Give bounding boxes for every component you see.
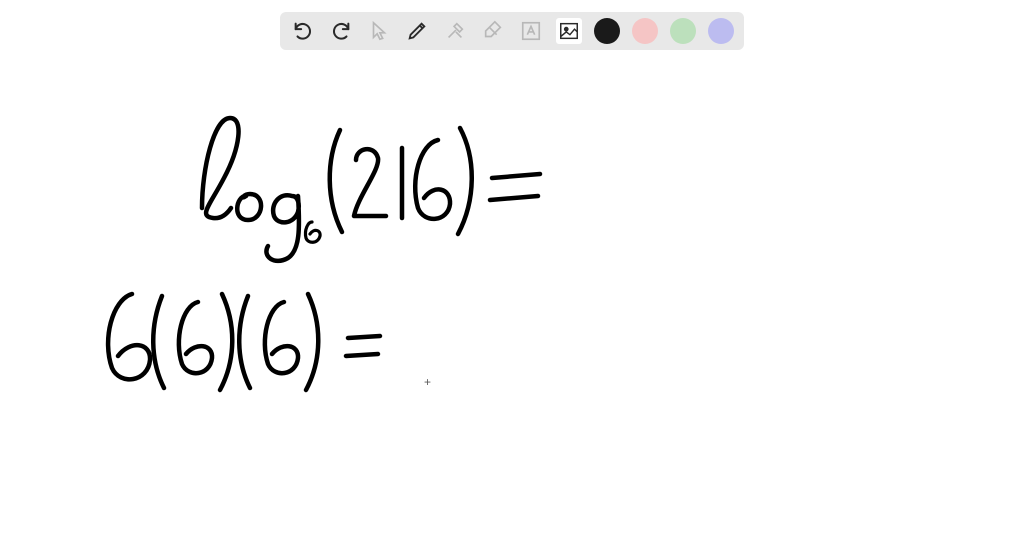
color-purple[interactable] <box>708 18 734 44</box>
handwriting-line1 <box>202 118 540 261</box>
pointer-button[interactable] <box>366 18 392 44</box>
color-black[interactable] <box>594 18 620 44</box>
toolbar <box>280 12 744 50</box>
undo-icon <box>292 20 314 42</box>
handwriting-line2 <box>108 294 380 390</box>
cursor-indicator: + <box>424 375 431 389</box>
redo-button[interactable] <box>328 18 354 44</box>
image-icon <box>558 20 580 42</box>
image-button[interactable] <box>556 18 582 44</box>
text-button[interactable] <box>518 18 544 44</box>
eraser-icon <box>482 20 504 42</box>
pencil-button[interactable] <box>404 18 430 44</box>
pointer-icon <box>368 20 390 42</box>
tools-icon <box>444 20 466 42</box>
eraser-button[interactable] <box>480 18 506 44</box>
color-pink[interactable] <box>632 18 658 44</box>
tools-button[interactable] <box>442 18 468 44</box>
drawing-canvas[interactable] <box>0 0 1024 548</box>
redo-icon <box>330 20 352 42</box>
text-icon <box>520 20 542 42</box>
undo-button[interactable] <box>290 18 316 44</box>
color-green[interactable] <box>670 18 696 44</box>
pencil-icon <box>406 20 428 42</box>
